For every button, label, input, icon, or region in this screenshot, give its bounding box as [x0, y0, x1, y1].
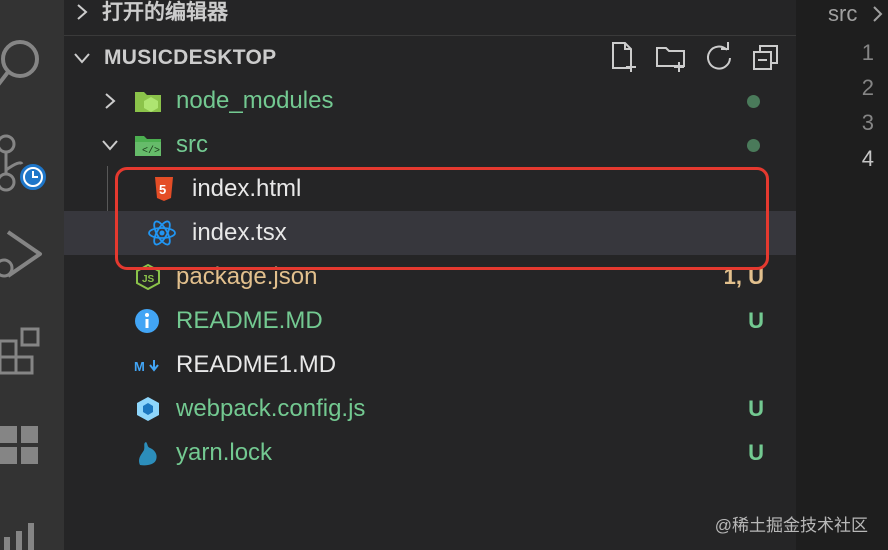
project-name: MUSICDESKTOP — [104, 46, 277, 69]
highlight-box — [115, 167, 769, 270]
status-badge: U — [748, 396, 764, 421]
chevron-right-icon — [77, 4, 88, 20]
breadcrumb[interactable]: src — [828, 0, 857, 28]
folder-node-icon — [135, 92, 161, 112]
chevron-down-icon — [74, 53, 90, 64]
svg-text:JS: JS — [142, 274, 155, 285]
tree-item-label: webpack.config.js — [176, 395, 366, 422]
extensions-icon[interactable] — [0, 325, 64, 381]
status-badge: U — [748, 308, 764, 333]
line-number: 1 — [861, 40, 874, 65]
line-number: 3 — [861, 110, 874, 135]
open-editors-label: 打开的编辑器 — [102, 1, 228, 24]
refresh-icon[interactable] — [702, 40, 736, 74]
tree-item-label: node_modules — [176, 87, 334, 114]
collapse-all-icon[interactable] — [750, 40, 784, 74]
activity-bar — [0, 0, 64, 550]
chevron-right-icon — [873, 6, 883, 22]
status-badge: U — [748, 440, 764, 465]
chart-icon[interactable] — [0, 515, 64, 550]
tree-item-readme1-md[interactable]: M README1.MD — [64, 343, 796, 387]
markdown-icon: M — [134, 359, 159, 374]
source-control-icon[interactable] — [0, 130, 64, 196]
tree-item-label: README.MD — [176, 307, 323, 334]
tree-item-label: README1.MD — [176, 351, 337, 378]
breadcrumb-item[interactable]: src — [828, 1, 857, 26]
tree-item-node-modules[interactable]: node_modules — [64, 79, 796, 123]
svg-text:M: M — [134, 359, 145, 374]
search-icon[interactable] — [0, 35, 64, 95]
grid-icon[interactable] — [0, 424, 64, 474]
info-icon — [135, 309, 159, 333]
run-debug-icon[interactable] — [0, 228, 64, 284]
yarn-icon — [139, 442, 157, 466]
line-number: 2 — [861, 75, 874, 100]
tree-item-label: yarn.lock — [176, 439, 273, 466]
chevron-down-icon — [102, 140, 118, 151]
svg-text:</>: </> — [142, 145, 160, 157]
explorer-sidebar: 打开的编辑器 MUSICDESKTOP node_modules </> src… — [64, 0, 796, 550]
webpack-icon — [137, 397, 159, 421]
tree-item-webpack-config[interactable]: webpack.config.js U — [64, 387, 796, 431]
new-folder-icon[interactable] — [654, 40, 688, 74]
tree-item-label: src — [176, 131, 208, 158]
new-file-icon[interactable] — [607, 40, 641, 74]
open-editors-header[interactable]: 打开的编辑器 — [64, 0, 796, 28]
watermark: @稀土掘金技术社区 — [714, 516, 868, 535]
modified-dot — [747, 95, 760, 108]
chevron-right-icon — [105, 93, 116, 109]
folder-src-icon: </> — [135, 136, 161, 157]
tree-item-src[interactable]: </> src — [64, 123, 796, 167]
line-number: 4 — [861, 146, 874, 171]
tree-item-readme-md[interactable]: README.MD U — [64, 299, 796, 343]
editor-pane: src 1 2 3 4 — [796, 0, 888, 550]
modified-dot — [747, 139, 760, 152]
tree-item-yarn-lock[interactable]: yarn.lock U — [64, 431, 796, 475]
